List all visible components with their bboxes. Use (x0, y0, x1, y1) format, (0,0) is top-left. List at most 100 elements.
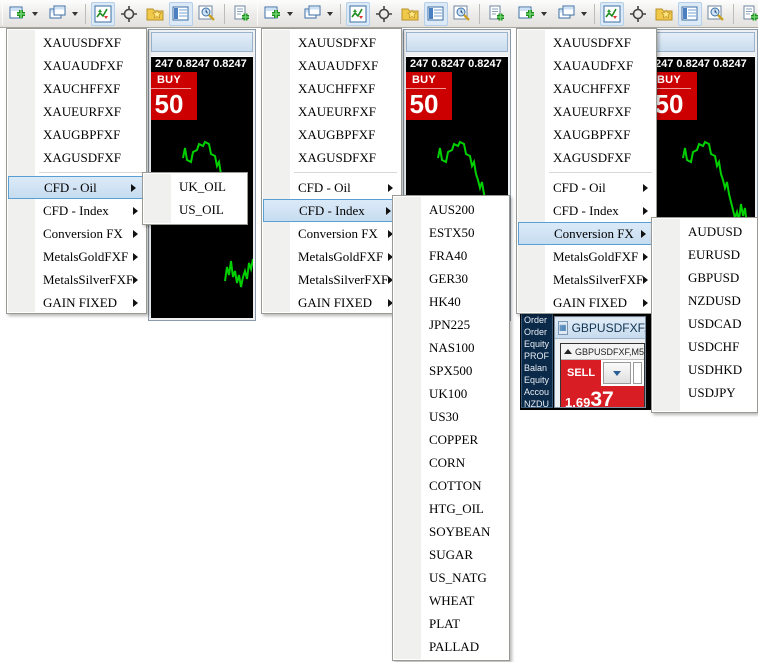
new-order-icon[interactable] (485, 2, 509, 26)
market-watch-icon[interactable] (678, 1, 702, 26)
menu-item-xauchffxf[interactable]: XAUCHFFXF (517, 77, 656, 100)
submenu-item-wheat[interactable]: WHEAT (393, 589, 509, 612)
submenu-item-sugar[interactable]: SUGAR (393, 543, 509, 566)
submenu-item-us-oil[interactable]: US_OIL (143, 198, 247, 221)
favorites-folder-icon[interactable] (143, 2, 167, 26)
tile-windows-icon[interactable] (301, 2, 325, 26)
menu-item-xauchffxf[interactable]: XAUCHFFXF (262, 77, 401, 100)
terminal-row[interactable]: Accou (524, 386, 552, 398)
menu-item-xaugbpfxf[interactable]: XAUGBPFXF (517, 123, 656, 146)
submenu-item-jpn225[interactable]: JPN225 (393, 313, 509, 336)
conversion-fx-submenu[interactable]: AUDUSD EURUSD GBPUSD NZDUSD USDCAD USDCHF USDH… (651, 217, 758, 413)
submenu-item-soybean[interactable]: SOYBEAN (393, 520, 509, 543)
zoom-history-icon[interactable] (704, 2, 728, 26)
market-watch-icon[interactable] (169, 1, 193, 26)
submenu-item-nas100[interactable]: NAS100 (393, 336, 509, 359)
terminal-row[interactable]: Order (524, 326, 552, 338)
mini-chart-header[interactable]: GBPUSDFXF,M5 (561, 344, 644, 360)
submenu-item-gbpusd[interactable]: GBPUSD (652, 266, 757, 289)
submenu-item-aus200[interactable]: AUS200 (393, 198, 509, 221)
symbol-menu-3[interactable]: XAUUSDFXF XAUAUDFXF XAUCHFFXF XAUEURFXF XAUG… (516, 28, 657, 314)
tile-windows-icon[interactable] (555, 2, 579, 26)
chevron-down-icon[interactable] (541, 11, 547, 16)
menu-item-xauusdfxf[interactable]: XAUUSDFXF (517, 31, 656, 54)
menu-item-cfd-oil[interactable]: CFD - Oil (8, 176, 145, 199)
menu-item-cfd-index[interactable]: CFD - Index (263, 199, 400, 222)
menu-item-cfd-oil[interactable]: CFD - Oil (262, 176, 401, 199)
submenu-item-ger30[interactable]: GER30 (393, 267, 509, 290)
chart-titlebar[interactable] (651, 32, 755, 52)
sell-button[interactable]: SELL (561, 360, 602, 386)
menu-item-xaugbpfxf[interactable]: XAUGBPFXF (7, 123, 146, 146)
buy-button[interactable]: BUY 50 (651, 72, 697, 120)
mini-chart-panel[interactable]: GBPUSDFXF,M5 SELL 1.69 37 (560, 343, 645, 407)
symbol-menu-2[interactable]: XAUUSDFXF XAUAUDFXF XAUCHFFXF XAUEURFXF XAUG… (261, 28, 402, 314)
chevron-down-icon-2[interactable] (581, 11, 587, 16)
menu-item-metalssilverfxf[interactable]: MetalsSilverFXF (517, 268, 656, 291)
menu-item-gain-fixed[interactable]: GAIN FIXED (262, 291, 401, 314)
crosshair-icon[interactable] (117, 2, 141, 26)
zoom-history-icon[interactable] (195, 2, 219, 26)
favorites-folder-icon[interactable] (652, 2, 676, 26)
menu-item-xaueurfxf[interactable]: XAUEURFXF (7, 100, 146, 123)
gbpusd-mini-window[interactable]: ▦ GBPUSDFXF, GBPUSDFXF,M5 SELL 1.69 37 (554, 316, 646, 408)
menu-item-conversion-fx[interactable]: Conversion FX (518, 222, 655, 245)
submenu-item-plat[interactable]: PLAT (393, 612, 509, 635)
toolbar-1[interactable] (0, 0, 255, 28)
menu-item-metalsgoldfxf[interactable]: MetalsGoldFXF (262, 245, 401, 268)
favorites-folder-icon[interactable] (398, 2, 422, 26)
crosshair-icon[interactable] (626, 2, 650, 26)
new-order-icon[interactable] (739, 2, 758, 26)
market-watch-icon[interactable] (424, 1, 448, 26)
submenu-item-cotton[interactable]: COTTON (393, 474, 509, 497)
menu-item-cfd-index[interactable]: CFD - Index (517, 199, 656, 222)
submenu-item-usdchf[interactable]: USDCHF (652, 335, 757, 358)
menu-item-xaugbpfxf[interactable]: XAUGBPFXF (262, 123, 401, 146)
menu-item-xauaudfxf[interactable]: XAUAUDFXF (7, 54, 146, 77)
toolbar-drag-handle[interactable] (42, 2, 43, 25)
menu-item-gain-fixed[interactable]: GAIN FIXED (517, 291, 656, 314)
menu-item-xauaudfxf[interactable]: XAUAUDFXF (517, 54, 656, 77)
tile-windows-icon[interactable] (46, 2, 70, 26)
menu-item-conversion-fx[interactable]: Conversion FX (262, 222, 401, 245)
cfd-index-submenu[interactable]: AUS200 ESTX50 FRA40 GER30 HK40 JPN225 NAS100 SP… (392, 195, 510, 661)
symbol-menu-1[interactable]: XAUUSDFXF XAUAUDFXF XAUCHFFXF XAUEURFXF XAUG… (6, 28, 147, 314)
menu-item-metalssilverfxf[interactable]: MetalsSilverFXF (7, 268, 146, 291)
submenu-item-estx50[interactable]: ESTX50 (393, 221, 509, 244)
submenu-item-copper[interactable]: COPPER (393, 428, 509, 451)
submenu-item-corn[interactable]: CORN (393, 451, 509, 474)
submenu-item-spx500[interactable]: SPX500 (393, 359, 509, 382)
submenu-item-us-natg[interactable]: US_NATG (393, 566, 509, 589)
menu-item-gain-fixed[interactable]: GAIN FIXED (7, 291, 146, 314)
buy-button[interactable]: BUY 50 (406, 72, 452, 120)
menu-item-xagusdfxf[interactable]: XAGUSDFXF (262, 146, 401, 169)
menu-item-xaueurfxf[interactable]: XAUEURFXF (262, 100, 401, 123)
chart-titlebar[interactable] (151, 32, 253, 52)
submenu-item-uk-oil[interactable]: UK_OIL (143, 175, 247, 198)
submenu-item-htg-oil[interactable]: HTG_OIL (393, 497, 509, 520)
lot-dropdown[interactable] (603, 362, 632, 384)
submenu-item-uk100[interactable]: UK100 (393, 382, 509, 405)
terminal-row[interactable]: NZDU (524, 398, 552, 407)
buy-button[interactable]: BUY 50 (151, 72, 197, 120)
chart-titlebar[interactable] (406, 32, 508, 52)
terminal-row[interactable]: Order (524, 314, 552, 326)
indicators-icon[interactable] (91, 1, 115, 26)
submenu-item-eurusd[interactable]: EURUSD (652, 243, 757, 266)
submenu-item-usdjpy[interactable]: USDJPY (652, 381, 757, 404)
menu-item-xauaudfxf[interactable]: XAUAUDFXF (262, 54, 401, 77)
chevron-down-icon-2[interactable] (72, 11, 78, 16)
indicators-icon[interactable] (600, 1, 624, 26)
new-order-icon[interactable] (230, 2, 254, 26)
toolbar-drag-handle[interactable] (257, 2, 258, 25)
cfd-oil-submenu[interactable]: UK_OIL US_OIL (142, 172, 248, 225)
menu-item-xagusdfxf[interactable]: XAGUSDFXF (517, 146, 656, 169)
new-chart-icon[interactable] (261, 2, 285, 26)
zoom-history-icon[interactable] (450, 2, 474, 26)
menu-item-xauusdfxf[interactable]: XAUUSDFXF (262, 31, 401, 54)
chevron-down-icon[interactable] (286, 11, 293, 16)
menu-item-metalsgoldfxf[interactable]: MetalsGoldFXF (7, 245, 146, 268)
crosshair-icon[interactable] (372, 2, 396, 26)
menu-item-xauchffxf[interactable]: XAUCHFFXF (7, 77, 146, 100)
submenu-item-usdcad[interactable]: USDCAD (652, 312, 757, 335)
